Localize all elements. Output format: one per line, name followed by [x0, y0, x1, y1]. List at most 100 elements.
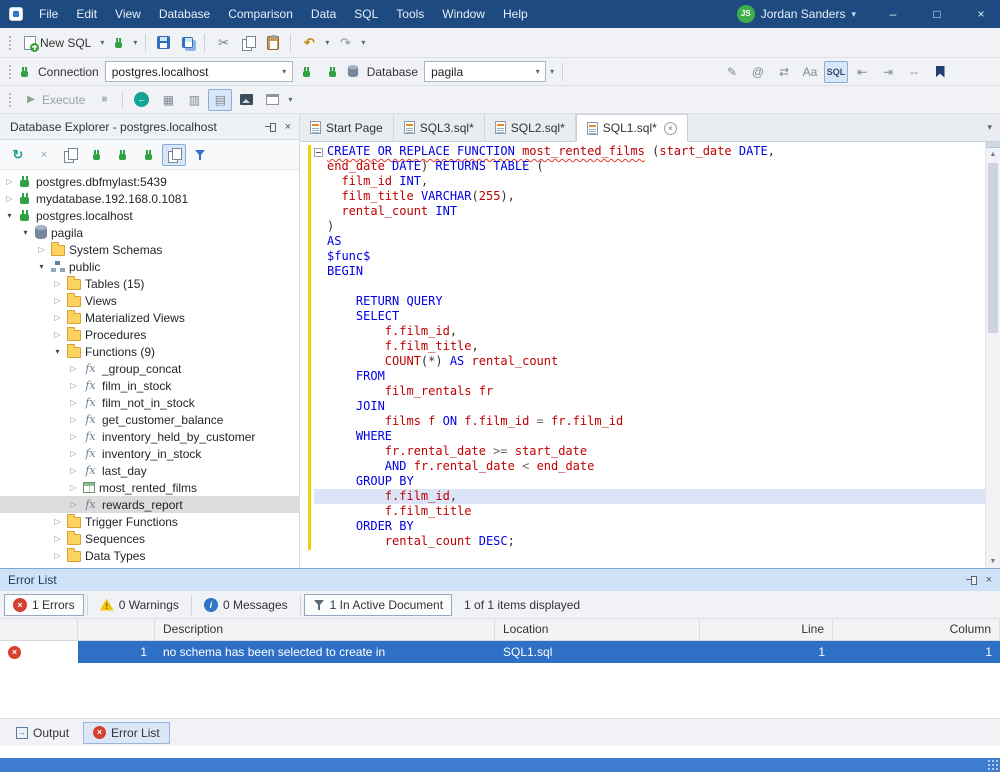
- code-line-5[interactable]: rental_count INT: [327, 204, 985, 219]
- duplicate-object-button[interactable]: [58, 144, 82, 166]
- scrollbar-thumb[interactable]: [988, 163, 998, 333]
- toggle-bookmark-button[interactable]: [928, 61, 952, 83]
- scroll-down-icon[interactable]: ▼: [986, 555, 1000, 568]
- code-line-18[interactable]: JOIN: [327, 399, 985, 414]
- copy-button[interactable]: [237, 33, 260, 53]
- tree-item-views[interactable]: ▷Views: [0, 292, 299, 309]
- code-line-20[interactable]: WHERE: [327, 429, 985, 444]
- menu-file[interactable]: File: [30, 0, 67, 28]
- editor-vertical-scrollbar[interactable]: ▲ ▼: [985, 142, 1000, 568]
- tree-item-tables-15[interactable]: ▷Tables (15): [0, 275, 299, 292]
- tree-item-functions-9[interactable]: ▾Functions (9): [0, 343, 299, 360]
- new-sql-dropdown-icon[interactable]: ▾: [98, 38, 106, 47]
- tree-item-procedures[interactable]: ▷Procedures: [0, 326, 299, 343]
- tree-item-system-schemas[interactable]: ▷System Schemas: [0, 241, 299, 258]
- toolbar-grip[interactable]: [8, 64, 13, 80]
- comment-lines-button[interactable]: --: [902, 61, 926, 83]
- collapsed-arrow-icon[interactable]: ▷: [52, 296, 63, 305]
- code-line-8[interactable]: $func$: [327, 249, 985, 264]
- database-select-caret-icon[interactable]: ▾: [530, 67, 545, 76]
- tree-item-rewards-report[interactable]: ▷fxrewards_report: [0, 496, 299, 513]
- code-line-1[interactable]: CREATE OR REPLACE FUNCTION most_rented_f…: [327, 144, 985, 159]
- collapsed-arrow-icon[interactable]: ▷: [68, 500, 79, 509]
- collapsed-arrow-icon[interactable]: ▷: [52, 534, 63, 543]
- menu-data[interactable]: Data: [302, 0, 345, 28]
- code-line-10[interactable]: [327, 279, 985, 294]
- code-line-13[interactable]: f.film_id,: [327, 324, 985, 339]
- explorer-close-icon[interactable]: ×: [285, 121, 291, 133]
- cut-button[interactable]: ✂: [211, 32, 235, 54]
- collapsed-arrow-icon[interactable]: ▷: [68, 364, 79, 373]
- toolbar-grip[interactable]: [8, 92, 13, 108]
- results-grid-button[interactable]: ▤: [208, 89, 232, 111]
- new-query-button[interactable]: [108, 34, 129, 52]
- redo-dropdown-icon[interactable]: ▾: [359, 38, 367, 47]
- execute-button[interactable]: ▶ Execute: [19, 89, 90, 111]
- tree-item-public[interactable]: ▾public: [0, 258, 299, 275]
- resize-grip[interactable]: [987, 759, 999, 771]
- filter-warnings-button[interactable]: ! 0 Warnings: [91, 594, 188, 616]
- sql-syntax-toggle[interactable]: SQL: [824, 61, 848, 83]
- error-row[interactable]: ×1no schema has been selected to create …: [0, 641, 1000, 663]
- menu-comparison[interactable]: Comparison: [219, 0, 302, 28]
- code-line-26[interactable]: ORDER BY: [327, 519, 985, 534]
- menu-help[interactable]: Help: [494, 0, 537, 28]
- expanded-arrow-icon[interactable]: ▾: [4, 211, 15, 220]
- collapsed-arrow-icon[interactable]: ▷: [52, 279, 63, 288]
- column-column[interactable]: Column: [833, 619, 1000, 640]
- tree-item-most-rented-films[interactable]: ▷most_rented_films: [0, 479, 299, 496]
- tree-item-inventory-in-stock[interactable]: ▷fxinventory_in_stock: [0, 445, 299, 462]
- tab-close-icon[interactable]: ×: [664, 122, 677, 135]
- collapsed-arrow-icon[interactable]: ▷: [52, 330, 63, 339]
- edit-connection-button[interactable]: [321, 61, 345, 83]
- explorer-header[interactable]: Database Explorer - postgres.localhost ×: [0, 114, 299, 140]
- column-description[interactable]: Description: [155, 619, 495, 640]
- new-query-dropdown-icon[interactable]: ▾: [131, 38, 139, 47]
- code-line-21[interactable]: fr.rental_date >= start_date: [327, 444, 985, 459]
- scope-filter-button[interactable]: 1 In Active Document: [304, 594, 452, 616]
- tree-item-last-day[interactable]: ▷fxlast_day: [0, 462, 299, 479]
- code-line-19[interactable]: films f ON f.film_id = fr.film_id: [327, 414, 985, 429]
- column-severity[interactable]: [0, 619, 78, 640]
- tree-item-materialized-views[interactable]: ▷Materialized Views: [0, 309, 299, 326]
- code-line-4[interactable]: film_title VARCHAR(255),: [327, 189, 985, 204]
- tree-item-data-types[interactable]: ▷Data Types: [0, 547, 299, 564]
- code-line-24[interactable]: f.film_id,: [314, 489, 985, 504]
- code-line-6[interactable]: ): [327, 219, 985, 234]
- collapsed-arrow-icon[interactable]: ▷: [68, 449, 79, 458]
- code-line-9[interactable]: BEGIN: [327, 264, 985, 279]
- collapsed-arrow-icon[interactable]: ▷: [68, 432, 79, 441]
- show-documents-button[interactable]: [162, 144, 186, 166]
- error-list-header[interactable]: Error List ×: [0, 569, 1000, 591]
- menu-database[interactable]: Database: [150, 0, 219, 28]
- close-button[interactable]: ×: [962, 0, 1000, 28]
- tree-item-inventory-held-by-customer[interactable]: ▷fxinventory_held_by_customer: [0, 428, 299, 445]
- code-line-7[interactable]: AS: [327, 234, 985, 249]
- intellisense-button[interactable]: @: [746, 61, 770, 83]
- undo-dropdown-icon[interactable]: ▾: [323, 38, 331, 47]
- increase-indent-button[interactable]: ⇥: [876, 61, 900, 83]
- tree-item-film-not-in-stock[interactable]: ▷fxfilm_not_in_stock: [0, 394, 299, 411]
- paste-button[interactable]: [262, 33, 284, 53]
- minimize-button[interactable]: –: [874, 0, 912, 28]
- collapsed-arrow-icon[interactable]: ▷: [68, 483, 79, 492]
- collapsed-arrow-icon[interactable]: ▷: [52, 313, 63, 322]
- tab-list-dropdown-icon[interactable]: ▾: [979, 122, 1000, 133]
- tree-item-trigger-functions[interactable]: ▷Trigger Functions: [0, 513, 299, 530]
- menu-view[interactable]: View: [106, 0, 150, 28]
- expanded-arrow-icon[interactable]: ▾: [52, 347, 63, 356]
- code-line-3[interactable]: film_id INT,: [327, 174, 985, 189]
- new-sql-button[interactable]: New SQL: [19, 33, 96, 53]
- edit-snippet-button[interactable]: ✎: [720, 61, 744, 83]
- change-case-button[interactable]: Aa: [798, 61, 822, 83]
- maximize-button[interactable]: □: [918, 0, 956, 28]
- connect-button[interactable]: [110, 144, 134, 166]
- pin-icon[interactable]: [966, 574, 978, 586]
- filter-errors-button[interactable]: × 1 Errors: [4, 594, 84, 616]
- code-line-17[interactable]: film_rentals fr: [327, 384, 985, 399]
- new-connection-button[interactable]: [295, 61, 319, 83]
- explain-plan-button[interactable]: ▦: [156, 89, 180, 111]
- pin-icon[interactable]: [265, 121, 277, 133]
- code-line-14[interactable]: f.film_title,: [327, 339, 985, 354]
- collapsed-arrow-icon[interactable]: ▷: [68, 381, 79, 390]
